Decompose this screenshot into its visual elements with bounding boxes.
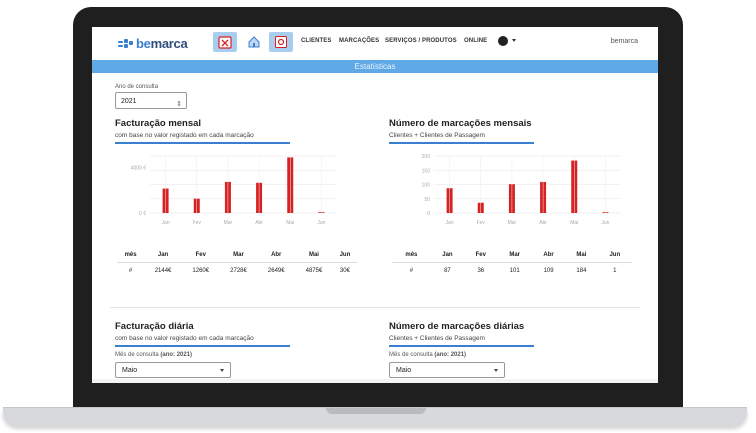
fact-mensal-title: Facturação mensal bbox=[115, 118, 202, 129]
x-tick-label: Mar bbox=[224, 220, 233, 226]
top-nav: bemarca CLIENTES MARCAÇÕES SERVIÇOS / PR… bbox=[92, 27, 658, 59]
nav-gear-button[interactable] bbox=[269, 32, 293, 52]
fact-diaria-select-label: Mês de consulta (ano: 2021) bbox=[115, 352, 193, 358]
chevron-down-icon bbox=[220, 369, 224, 372]
marc-diaria-month-select[interactable]: Maio bbox=[389, 362, 505, 378]
table-header-label: mês bbox=[405, 251, 418, 258]
table-row: #87 36 101 109 184 1 bbox=[392, 262, 632, 278]
x-tick-label: Mar bbox=[508, 220, 517, 226]
x-tick-label: Fev bbox=[477, 220, 486, 226]
y-tick-label: 150 bbox=[422, 168, 431, 174]
gear-icon bbox=[275, 36, 287, 48]
brand-name: bemarca bbox=[136, 36, 188, 51]
nav-link-clientes[interactable]: CLIENTES bbox=[301, 38, 331, 44]
marc-diaria-subtitle: Clientes + Clientes de Passagem bbox=[389, 335, 485, 342]
marc-diaria-select-label: Mês de consulta (ano: 2021) bbox=[389, 352, 467, 358]
page-banner: Estatísticas bbox=[92, 60, 658, 73]
fact-diaria-subtitle: com base no valor registado em cada marc… bbox=[115, 335, 254, 342]
marc-mensal-underline bbox=[389, 142, 534, 144]
nav-home-button[interactable] bbox=[242, 32, 266, 52]
marc-mensal-title: Número de marcações mensais bbox=[389, 118, 532, 129]
marc-mensal-table: mês Jan Fev Mar Abr Mai Jun #87 36 101 109 184 1 bbox=[392, 247, 632, 278]
y-tick-label: 0 € bbox=[139, 211, 146, 217]
bottom-edge bbox=[92, 379, 658, 383]
table-row: #2144€ 1260€ 2728€ 2649€ 4875€ 30€ bbox=[117, 262, 357, 278]
marc-mensal-subtitle: Clientes + Clientes de Passagem bbox=[389, 132, 485, 139]
marc-mensal-chart: 0 50 100 150 200 Jan Fev Mar Abr Mai Jun bbox=[422, 154, 621, 226]
chevron-down-icon[interactable] bbox=[512, 39, 516, 42]
calendar-x-icon bbox=[218, 36, 232, 49]
x-tick-label: Abr bbox=[255, 220, 263, 226]
fact-diaria-month-select[interactable]: Maio bbox=[115, 362, 231, 378]
nav-link-marcacoes[interactable]: MARCAÇÕES bbox=[339, 38, 379, 44]
play-icon[interactable] bbox=[361, 196, 395, 236]
y-tick-label: 0 bbox=[427, 211, 430, 217]
y-tick-label: 4000 € bbox=[131, 165, 147, 171]
section-divider bbox=[110, 307, 640, 308]
nav-link-servicos[interactable]: SERVIÇOS / PRODUTOS bbox=[385, 38, 457, 44]
table-header-label: mês bbox=[124, 251, 137, 258]
select-value: Maio bbox=[396, 367, 412, 374]
fact-mensal-table: mês Jan Fev Mar Abr Mai Jun #2144€ 1260€ 2728€ 26… bbox=[117, 247, 357, 278]
x-tick-label: Mai bbox=[286, 220, 294, 226]
nav-calendar-button[interactable] bbox=[213, 32, 237, 52]
user-menu[interactable]: bemarca bbox=[611, 38, 638, 45]
globe-icon[interactable] bbox=[498, 36, 508, 46]
home-icon bbox=[248, 36, 260, 48]
logo-icon bbox=[118, 38, 134, 49]
fact-diaria-underline bbox=[115, 345, 290, 347]
stepper-icon[interactable]: ⇕ bbox=[176, 96, 182, 113]
x-tick-label: Jun bbox=[601, 220, 609, 226]
fact-mensal-chart: 0 € 4000 € Jan Fev Mar Abr Mai Jun bbox=[131, 155, 337, 226]
x-tick-label: Jun bbox=[317, 220, 325, 226]
fact-mensal-subtitle: com base no valor registado em cada marc… bbox=[115, 132, 254, 139]
select-value: Maio bbox=[122, 367, 138, 374]
chevron-down-icon bbox=[494, 369, 498, 372]
x-tick-label: Abr bbox=[539, 220, 547, 226]
x-tick-label: Mai bbox=[570, 220, 578, 226]
fact-diaria-title: Facturação diária bbox=[115, 321, 194, 332]
year-input[interactable]: 2021 ⇕ bbox=[115, 92, 187, 109]
year-label: Ano de consulta bbox=[115, 84, 159, 90]
brand-logo[interactable]: bemarca bbox=[118, 36, 188, 51]
y-tick-label: 200 bbox=[422, 154, 431, 160]
x-tick-label: Fev bbox=[193, 220, 202, 226]
y-tick-label: 50 bbox=[424, 197, 430, 203]
x-tick-label: Jan bbox=[162, 220, 170, 226]
laptop-notch bbox=[326, 408, 426, 414]
marc-diaria-underline bbox=[389, 345, 534, 347]
marc-diaria-title: Número de marcações diárias bbox=[389, 321, 525, 332]
y-tick-label: 100 bbox=[422, 183, 431, 189]
fact-mensal-underline bbox=[115, 142, 290, 144]
nav-link-online[interactable]: ONLINE bbox=[464, 38, 487, 44]
year-value: 2021 bbox=[121, 98, 137, 105]
x-tick-label: Jan bbox=[446, 220, 454, 226]
